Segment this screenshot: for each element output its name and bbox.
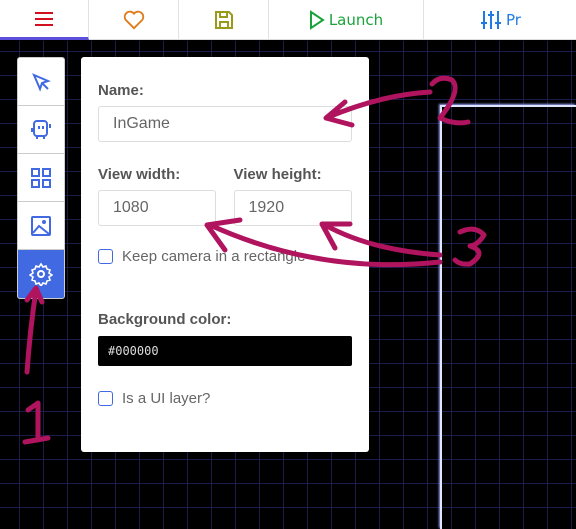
menu-button[interactable] (0, 0, 89, 40)
name-input[interactable]: InGame (98, 106, 352, 142)
keep-camera-label: Keep camera in a rectangle (122, 248, 306, 265)
properties-tool[interactable] (18, 250, 64, 298)
top-toolbar: Launch Pr (0, 0, 576, 40)
copies-tool[interactable] (18, 106, 64, 154)
keep-camera-checkbox[interactable]: Keep camera in a rectangle (98, 248, 352, 265)
launch-label: Launch (328, 11, 384, 29)
image-icon (31, 215, 51, 236)
project-settings-button[interactable]: Pr (424, 0, 576, 40)
checkbox-box[interactable] (98, 249, 113, 264)
background-color-label: Background color: (98, 311, 232, 328)
name-label: Name: (98, 82, 144, 99)
save-button[interactable] (179, 0, 269, 40)
ui-layer-label: Is a UI layer? (122, 390, 211, 407)
favorite-button[interactable] (89, 0, 179, 40)
character-icon (31, 119, 51, 139)
project-label: Pr (506, 11, 521, 29)
camera-frame (440, 105, 576, 529)
heart-icon (123, 10, 144, 30)
gear-icon (29, 262, 53, 286)
view-width-input[interactable]: 1080 (98, 190, 216, 226)
view-width-label: View width: (98, 166, 181, 183)
ui-layer-checkbox[interactable]: Is a UI layer? (98, 390, 352, 407)
room-properties-panel: Name: InGame View width: 1080 View heigh… (81, 57, 369, 452)
sliders-icon (481, 11, 501, 29)
menu-icon (35, 11, 53, 26)
checkbox-box[interactable] (98, 391, 113, 406)
select-tool[interactable] (18, 58, 64, 106)
cursor-icon (32, 72, 51, 92)
launch-button[interactable]: Launch (269, 0, 424, 40)
play-icon (309, 10, 325, 30)
tiles-tool[interactable] (18, 154, 64, 202)
view-height-label: View height: (233, 166, 322, 183)
grid-icon (31, 167, 51, 188)
tool-palette (17, 57, 65, 299)
save-icon (214, 11, 233, 29)
backgrounds-tool[interactable] (18, 202, 64, 250)
background-color-input[interactable]: #000000 (98, 336, 352, 366)
view-height-input[interactable]: 1920 (233, 190, 352, 226)
